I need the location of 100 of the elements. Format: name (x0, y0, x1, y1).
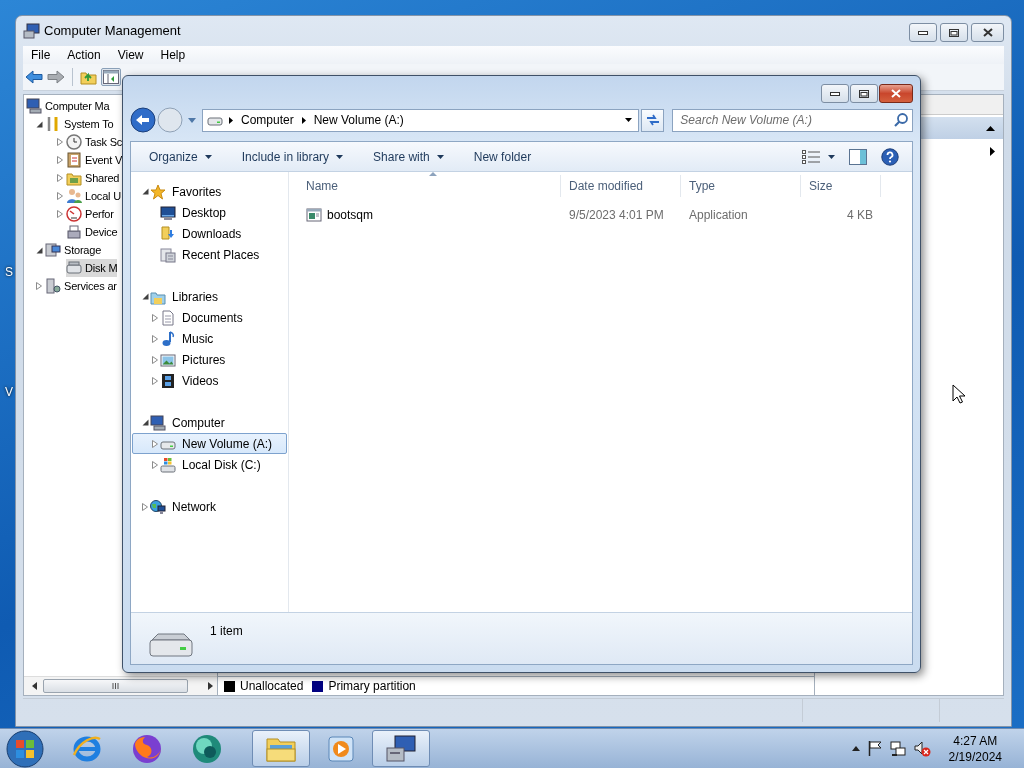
tree-item[interactable]: Computer (132, 412, 287, 433)
tree-item[interactable]: Libraries (132, 286, 287, 307)
file-row[interactable]: bootsqm 9/5/2023 4:01 PM Application 4 KB (298, 205, 912, 224)
column-header[interactable]: Size (801, 175, 881, 197)
collapsed-arrow-icon[interactable] (152, 460, 158, 469)
show-hidden-icons-icon[interactable] (851, 746, 860, 751)
scroll-left-button[interactable] (32, 682, 37, 690)
forward-arrow-icon (47, 70, 65, 84)
column-header[interactable]: Date modified (561, 175, 681, 197)
tree-item[interactable]: Network (132, 496, 287, 517)
breadcrumb-button[interactable]: Computer (239, 111, 296, 129)
tree-item[interactable]: New Volume (A:) (132, 433, 287, 454)
dropdown-caret-icon[interactable] (625, 118, 633, 122)
tree-item[interactable]: Event V (66, 151, 123, 169)
menu-item[interactable]: Help (152, 46, 195, 64)
refresh-button[interactable] (641, 108, 665, 132)
address-bar[interactable]: Computer New Volume (A:) (202, 108, 640, 132)
tree-item[interactable]: Pictures (132, 349, 287, 370)
tree-item[interactable]: Computer Ma (26, 97, 110, 115)
tree-item[interactable]: Device (66, 223, 118, 241)
menu-button[interactable]: Organize (140, 144, 221, 169)
collapsed-arrow-icon[interactable] (57, 156, 63, 164)
tree-item[interactable]: Favorites (132, 181, 287, 202)
expanded-arrow-icon[interactable] (141, 293, 149, 300)
console-tree-button[interactable] (101, 68, 121, 86)
up-level-button[interactable] (80, 69, 97, 85)
breadcrumb-arrow-icon[interactable] (301, 116, 306, 124)
recent-pages-button[interactable] (188, 117, 196, 123)
menu-item[interactable]: View (109, 46, 153, 64)
desktop-icon-label[interactable]: V (5, 383, 13, 401)
caret-icon (336, 154, 344, 159)
services-icon (45, 278, 61, 294)
collapsed-arrow-icon[interactable] (152, 334, 158, 343)
collapsed-arrow-icon[interactable] (36, 282, 42, 290)
column-header[interactable]: Name (298, 175, 561, 197)
tree-item[interactable]: Videos (132, 370, 287, 391)
tree-item[interactable]: Storage (45, 241, 102, 259)
muted-speaker-icon[interactable] (913, 740, 931, 757)
film-icon (160, 372, 176, 389)
column-header[interactable]: Type (681, 175, 801, 197)
tree-item[interactable]: Local Disk (C:) (132, 454, 287, 475)
network-icon[interactable] (889, 740, 906, 757)
collapsed-arrow-icon[interactable] (152, 376, 158, 385)
collapsed-arrow-icon[interactable] (57, 138, 63, 146)
change-view-button[interactable] (802, 149, 835, 164)
maximize-button[interactable] (940, 23, 968, 42)
menu-button[interactable]: Include in library (232, 144, 353, 169)
tree-item[interactable]: Recent Places (132, 244, 287, 265)
tree-item[interactable]: Services ar (45, 277, 117, 295)
close-button[interactable] (879, 84, 913, 103)
taskbar-button[interactable] (372, 730, 430, 767)
back-button[interactable] (130, 107, 156, 133)
close-button[interactable] (971, 23, 1004, 42)
collapsed-arrow-icon[interactable] (57, 210, 63, 218)
tree-item[interactable]: Perfor (66, 205, 114, 223)
tree-item[interactable]: Task Sc (66, 133, 123, 151)
expanded-arrow-icon[interactable] (141, 419, 149, 426)
menu-item[interactable]: Action (59, 46, 110, 64)
maximize-button[interactable] (850, 84, 878, 103)
back-button[interactable] (25, 70, 43, 84)
caret-icon (828, 154, 835, 159)
collapsed-arrow-icon[interactable] (152, 439, 158, 448)
collapsed-arrow-icon[interactable] (57, 174, 63, 182)
file-name: bootsqm (327, 206, 374, 224)
tree-item[interactable]: Desktop (132, 202, 287, 223)
minimize-button[interactable] (909, 23, 937, 42)
tree-item[interactable]: Downloads (132, 223, 287, 244)
clock-time[interactable]: 4:27 AM (953, 732, 998, 749)
toolbar-button[interactable]: New folder (464, 144, 541, 169)
preview-pane-button[interactable] (849, 148, 867, 165)
shared-folder-icon (66, 170, 82, 186)
search-field[interactable]: Search New Volume (A:) (672, 108, 913, 132)
menu-button[interactable]: Share with (364, 144, 453, 169)
collapsed-arrow-icon[interactable] (57, 192, 63, 200)
maximize-icon (949, 28, 959, 37)
forward-button[interactable] (47, 70, 65, 84)
tree-item[interactable]: Disk M (66, 259, 118, 277)
expanded-arrow-icon[interactable] (35, 246, 43, 254)
collapsed-arrow-icon[interactable] (142, 502, 148, 511)
desktop-icon-label[interactable]: S (5, 263, 13, 281)
collapsed-arrow-icon[interactable] (152, 313, 158, 322)
clock-date[interactable]: 2/19/2024 (948, 748, 1002, 765)
tree-item[interactable]: Local U (66, 187, 121, 205)
collapsed-arrow-icon[interactable] (152, 355, 158, 364)
tree-item[interactable]: Shared (66, 169, 120, 187)
flag-icon[interactable] (867, 741, 882, 756)
start-button[interactable] (6, 729, 44, 768)
breadcrumb-arrow-icon[interactable] (229, 116, 233, 124)
expanded-arrow-icon[interactable] (141, 188, 149, 195)
minimize-icon (918, 30, 928, 35)
tree-item[interactable]: Music (132, 328, 287, 349)
scroll-right-button[interactable] (208, 682, 213, 690)
breadcrumb-button[interactable]: New Volume (A:) (311, 111, 406, 129)
scrollbar-thumb[interactable] (43, 679, 188, 693)
menu-item[interactable]: File (23, 46, 60, 64)
tree-item[interactable]: Documents (132, 307, 287, 328)
minimize-button[interactable] (821, 84, 849, 103)
expanded-arrow-icon[interactable] (35, 120, 43, 128)
help-button[interactable] (881, 147, 899, 166)
tree-item[interactable]: System To (45, 115, 114, 133)
